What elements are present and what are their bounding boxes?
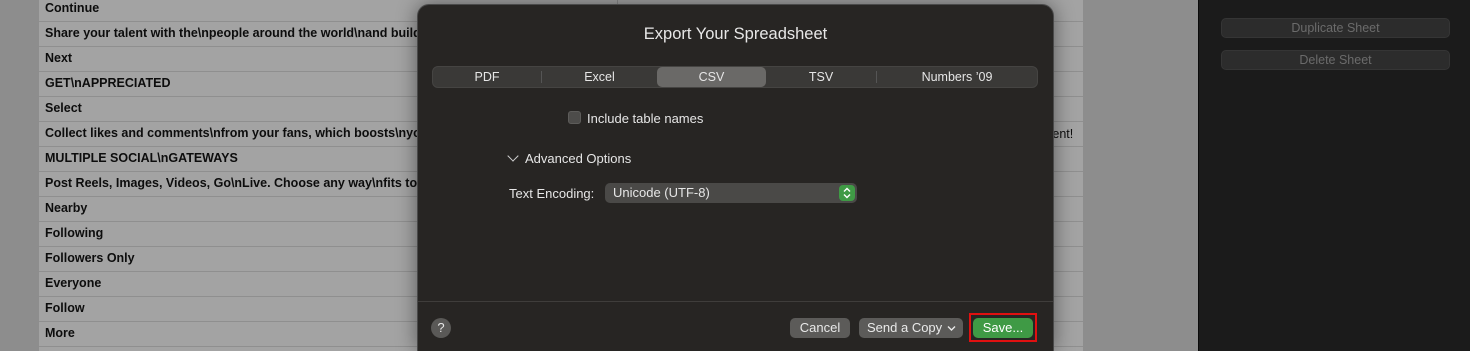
tab-tsv[interactable]: TSV — [766, 67, 876, 87]
include-table-names-checkbox[interactable] — [568, 111, 581, 124]
tab-excel[interactable]: Excel — [542, 67, 657, 87]
tab-pdf[interactable]: PDF — [433, 67, 541, 87]
text-encoding-select[interactable]: Unicode (UTF-8) — [605, 183, 857, 203]
up-down-chevron-icon — [839, 185, 855, 201]
duplicate-sheet-button[interactable]: Duplicate Sheet — [1221, 18, 1450, 38]
delete-sheet-button[interactable]: Delete Sheet — [1221, 50, 1450, 70]
format-segmented-control: PDF Excel CSV TSV Numbers ’09 — [432, 66, 1038, 88]
footer-divider — [418, 301, 1053, 302]
export-dialog: Export Your Spreadsheet PDF Excel CSV TS… — [417, 4, 1054, 351]
advanced-options-toggle[interactable]: Advanced Options — [525, 151, 631, 166]
save-highlight-box — [969, 313, 1037, 342]
chevron-down-icon — [947, 318, 956, 344]
inspector-panel: Duplicate Sheet Delete Sheet — [1198, 0, 1470, 351]
dialog-title: Export Your Spreadsheet — [643, 25, 828, 43]
tab-csv[interactable]: CSV — [657, 67, 766, 87]
text-encoding-label: Text Encoding: — [509, 186, 595, 201]
help-button[interactable]: ? — [431, 318, 451, 338]
tab-numbers-09[interactable]: Numbers ’09 — [877, 67, 1037, 87]
cancel-button[interactable]: Cancel — [790, 318, 850, 338]
send-a-copy-label: Send a Copy — [867, 320, 943, 335]
include-table-names-label[interactable]: Include table names — [587, 111, 703, 126]
chevron-down-icon[interactable] — [507, 150, 519, 162]
text-encoding-value: Unicode (UTF-8) — [613, 185, 710, 200]
send-a-copy-button[interactable]: Send a Copy — [859, 318, 963, 338]
